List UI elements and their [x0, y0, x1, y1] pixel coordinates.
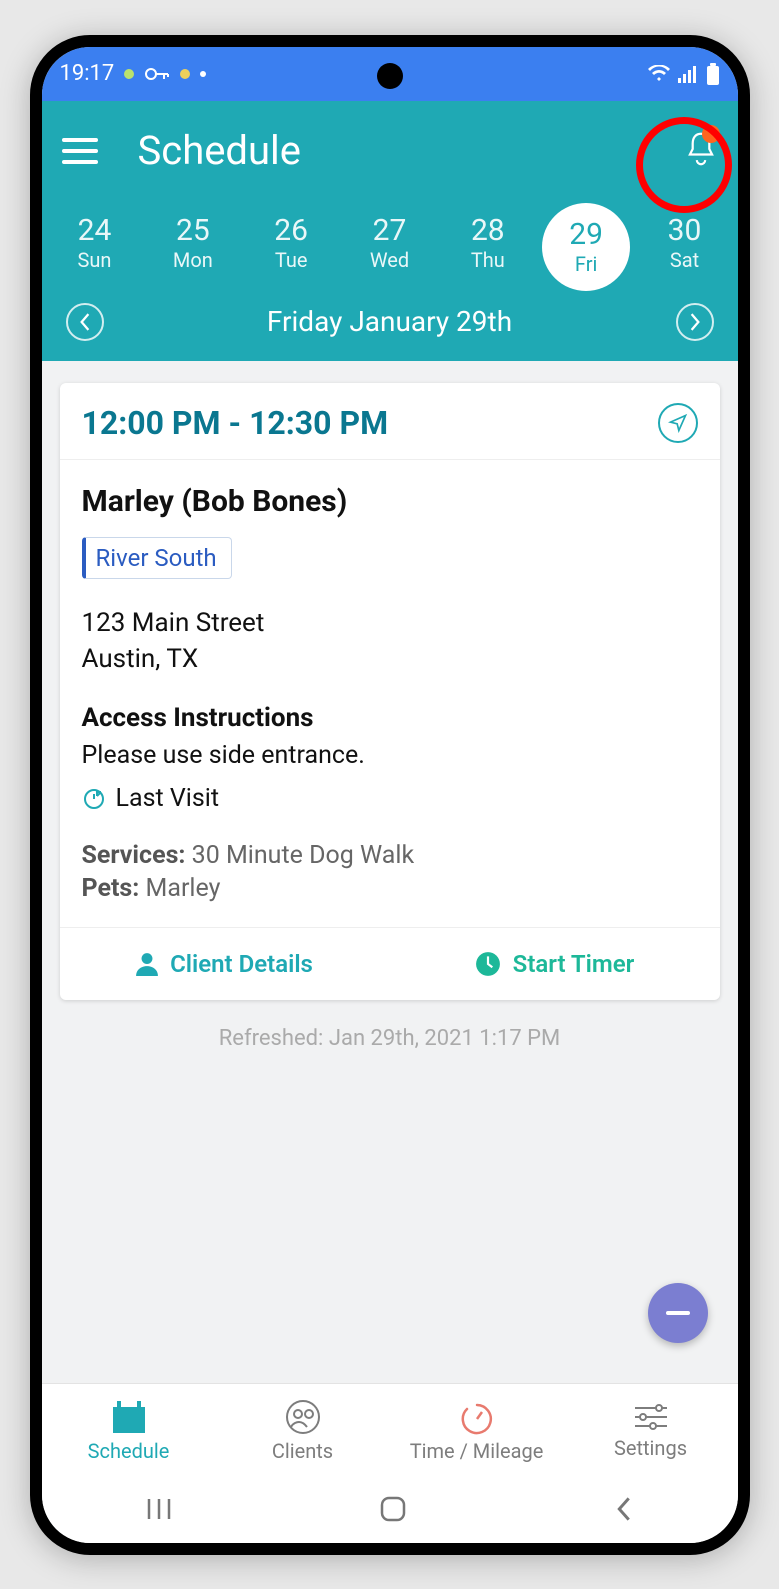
wifi-icon: [648, 65, 670, 83]
day-cell-tue[interactable]: 26Tue: [256, 213, 326, 281]
start-timer-label: Start Timer: [513, 950, 635, 978]
fab-button[interactable]: [648, 1283, 708, 1343]
services-label: Services:: [82, 841, 186, 870]
day-number: 26: [256, 213, 326, 248]
pets-value: Marley: [146, 874, 221, 903]
day-cell-sun[interactable]: 24Sun: [60, 213, 130, 281]
day-cell-wed[interactable]: 27Wed: [354, 213, 424, 281]
day-number: 30: [649, 213, 719, 248]
bottom-tab-bar: Schedule Clients Time / Mileage Settings: [42, 1383, 738, 1479]
last-visit-label: Last Visit: [116, 784, 220, 813]
key-icon: [144, 67, 170, 81]
status-time: 19:17: [60, 61, 115, 86]
stopwatch-icon: [457, 1399, 497, 1435]
navigation-arrow-icon: [668, 413, 688, 433]
app-header: Schedule 24Sun 25Mon 26Tue 27Wed 28Thu 29Fri 3…: [42, 101, 738, 361]
android-home-button[interactable]: [379, 1495, 407, 1527]
sliders-icon: [631, 1402, 671, 1432]
person-icon: [136, 952, 158, 976]
day-cell-sat[interactable]: 30Sat: [649, 213, 719, 281]
camera-hole: [377, 63, 403, 89]
page-title: Schedule: [138, 127, 301, 174]
clients-icon: [283, 1399, 323, 1435]
tab-schedule[interactable]: Schedule: [42, 1384, 216, 1479]
chevron-right-icon: [688, 313, 702, 331]
day-name: Mon: [158, 248, 228, 272]
access-text: Please use side entrance.: [82, 741, 698, 770]
services-row: Services: 30 Minute Dog Walk: [82, 841, 698, 870]
tab-schedule-label: Schedule: [88, 1439, 170, 1463]
day-cell-mon[interactable]: 25Mon: [158, 213, 228, 281]
week-calendar: 24Sun 25Mon 26Tue 27Wed 28Thu 29Fri 30Sat: [42, 201, 738, 299]
status-icon-dot-1: [124, 69, 134, 79]
timer-icon: [475, 951, 501, 977]
day-cell-thu[interactable]: 28Thu: [453, 213, 523, 281]
client-details-button[interactable]: Client Details: [60, 928, 390, 1000]
android-nav-bar: [42, 1479, 738, 1543]
appointment-card: 12:00 PM - 12:30 PM Marley (Bob Bones) R…: [60, 383, 720, 1001]
prev-day-button[interactable]: [66, 303, 104, 341]
tab-clients[interactable]: Clients: [216, 1384, 390, 1479]
address-line-2: Austin, TX: [82, 641, 698, 677]
history-icon: [82, 787, 106, 811]
day-number: 24: [60, 213, 130, 248]
day-number: 27: [354, 213, 424, 248]
client-details-label: Client Details: [170, 950, 313, 978]
location-tag[interactable]: River South: [82, 537, 232, 579]
tab-settings[interactable]: Settings: [564, 1384, 738, 1479]
access-heading: Access Instructions: [82, 703, 698, 733]
day-number: 25: [158, 213, 228, 248]
day-name: Sun: [60, 248, 130, 272]
menu-button[interactable]: [62, 138, 98, 164]
current-date-label: Friday January 29th: [267, 305, 512, 338]
tab-settings-label: Settings: [614, 1436, 687, 1460]
tab-time-mileage-label: Time / Mileage: [410, 1439, 544, 1463]
start-timer-button[interactable]: Start Timer: [390, 928, 720, 1000]
address: 123 Main Street Austin, TX: [82, 605, 698, 678]
next-day-button[interactable]: [676, 303, 714, 341]
battery-icon: [706, 63, 720, 85]
day-name: Thu: [453, 248, 523, 272]
services-value: 30 Minute Dog Walk: [192, 841, 414, 870]
day-number: 28: [453, 213, 523, 248]
minus-icon: [666, 1311, 690, 1315]
status-icon-dot-2: [180, 69, 190, 79]
chevron-left-icon: [78, 313, 92, 331]
address-line-1: 123 Main Street: [82, 605, 698, 641]
signal-icon: [678, 65, 698, 83]
appointment-time: 12:00 PM - 12:30 PM: [82, 404, 389, 442]
day-name: Wed: [354, 248, 424, 272]
pets-row: Pets: Marley: [82, 874, 698, 903]
status-icon-dot-3: [200, 71, 206, 77]
day-cell-fri[interactable]: 29Fri: [551, 213, 621, 281]
notification-badge: [702, 125, 720, 143]
day-name: Sat: [649, 248, 719, 272]
android-recent-button[interactable]: [145, 1497, 173, 1525]
pets-label: Pets:: [82, 874, 140, 903]
day-name: Tue: [256, 248, 326, 272]
android-back-button[interactable]: [614, 1496, 634, 1526]
navigate-button[interactable]: [658, 403, 698, 443]
content-scroll[interactable]: 12:00 PM - 12:30 PM Marley (Bob Bones) R…: [42, 361, 738, 1543]
client-name: Marley (Bob Bones): [82, 484, 698, 519]
device-frame: 19:17: [30, 35, 750, 1555]
tab-clients-label: Clients: [272, 1439, 333, 1463]
calendar-icon: [109, 1399, 149, 1435]
day-name: Fri: [575, 252, 597, 276]
refreshed-label: Refreshed: Jan 29th, 2021 1:17 PM: [60, 1026, 720, 1051]
notifications-button[interactable]: [684, 131, 718, 171]
day-number: 29: [569, 217, 603, 252]
last-visit-link[interactable]: Last Visit: [82, 784, 698, 813]
tab-time-mileage[interactable]: Time / Mileage: [390, 1384, 564, 1479]
